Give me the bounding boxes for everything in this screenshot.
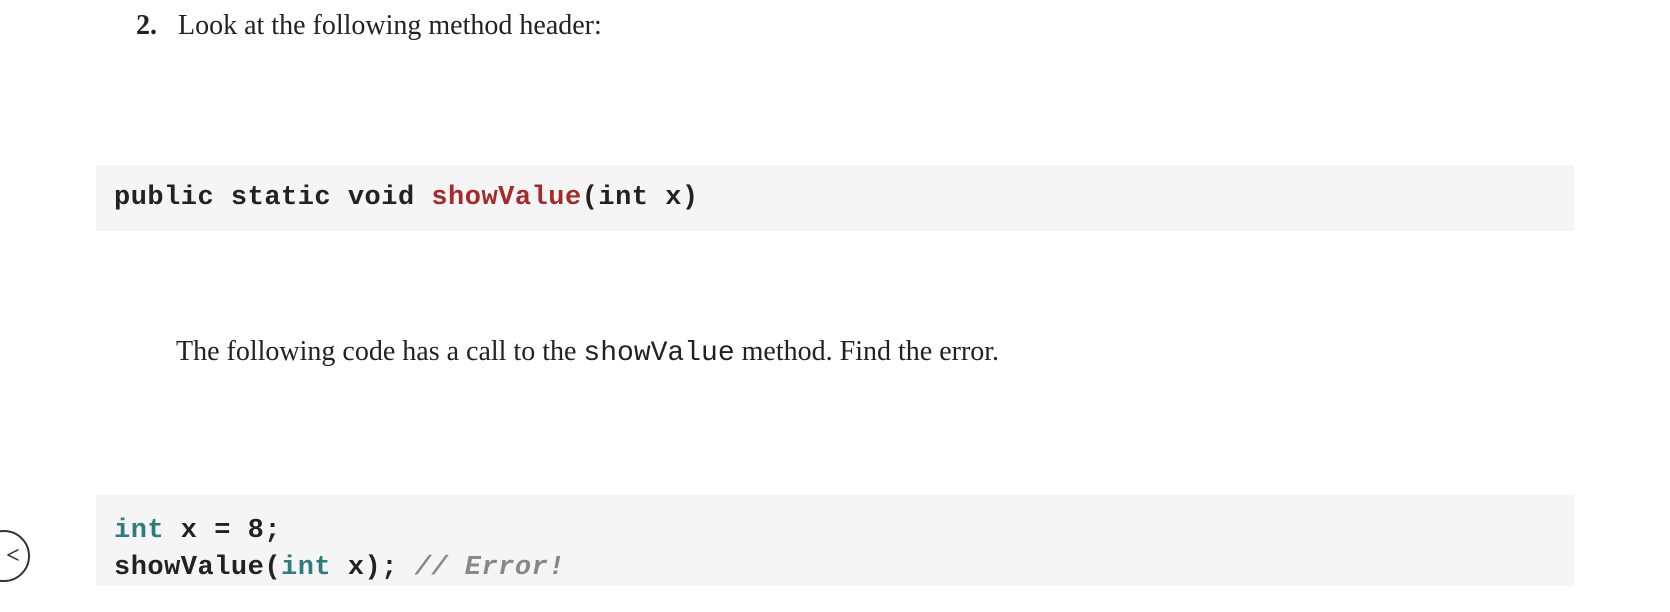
chevron-left-icon: <: [6, 543, 20, 570]
code-method-name: showValue: [431, 183, 581, 213]
code-params: (int x): [582, 183, 699, 213]
question-header: 2. Look at the following method header:: [136, 6, 1574, 45]
code-line2-rest: x);: [331, 553, 415, 583]
document-content: 2. Look at the following method header: …: [0, 0, 1670, 586]
code-line1-rest: x = 8;: [164, 516, 281, 546]
paragraph-part1: The following code has a call to the: [176, 336, 583, 367]
code-block-method-header: public static void showValue(int x): [96, 165, 1574, 231]
inline-code-method: showValue: [583, 338, 734, 369]
question-prompt: Look at the following method header:: [178, 10, 602, 41]
paragraph-part2: method. Find the error.: [735, 336, 999, 367]
code-keyword-int-1: int: [114, 516, 164, 546]
code-keyword-int-2: int: [281, 553, 331, 583]
code-modifiers: public static void: [114, 183, 431, 213]
question-number: 2.: [136, 10, 157, 41]
code-block-call: int x = 8; showValue(int x); // Error!: [96, 495, 1574, 586]
body-paragraph: The following code has a call to the sho…: [176, 331, 1574, 375]
code-line2-call: showValue(: [114, 553, 281, 583]
spacer: [164, 10, 178, 41]
code-comment: // Error!: [415, 553, 565, 583]
